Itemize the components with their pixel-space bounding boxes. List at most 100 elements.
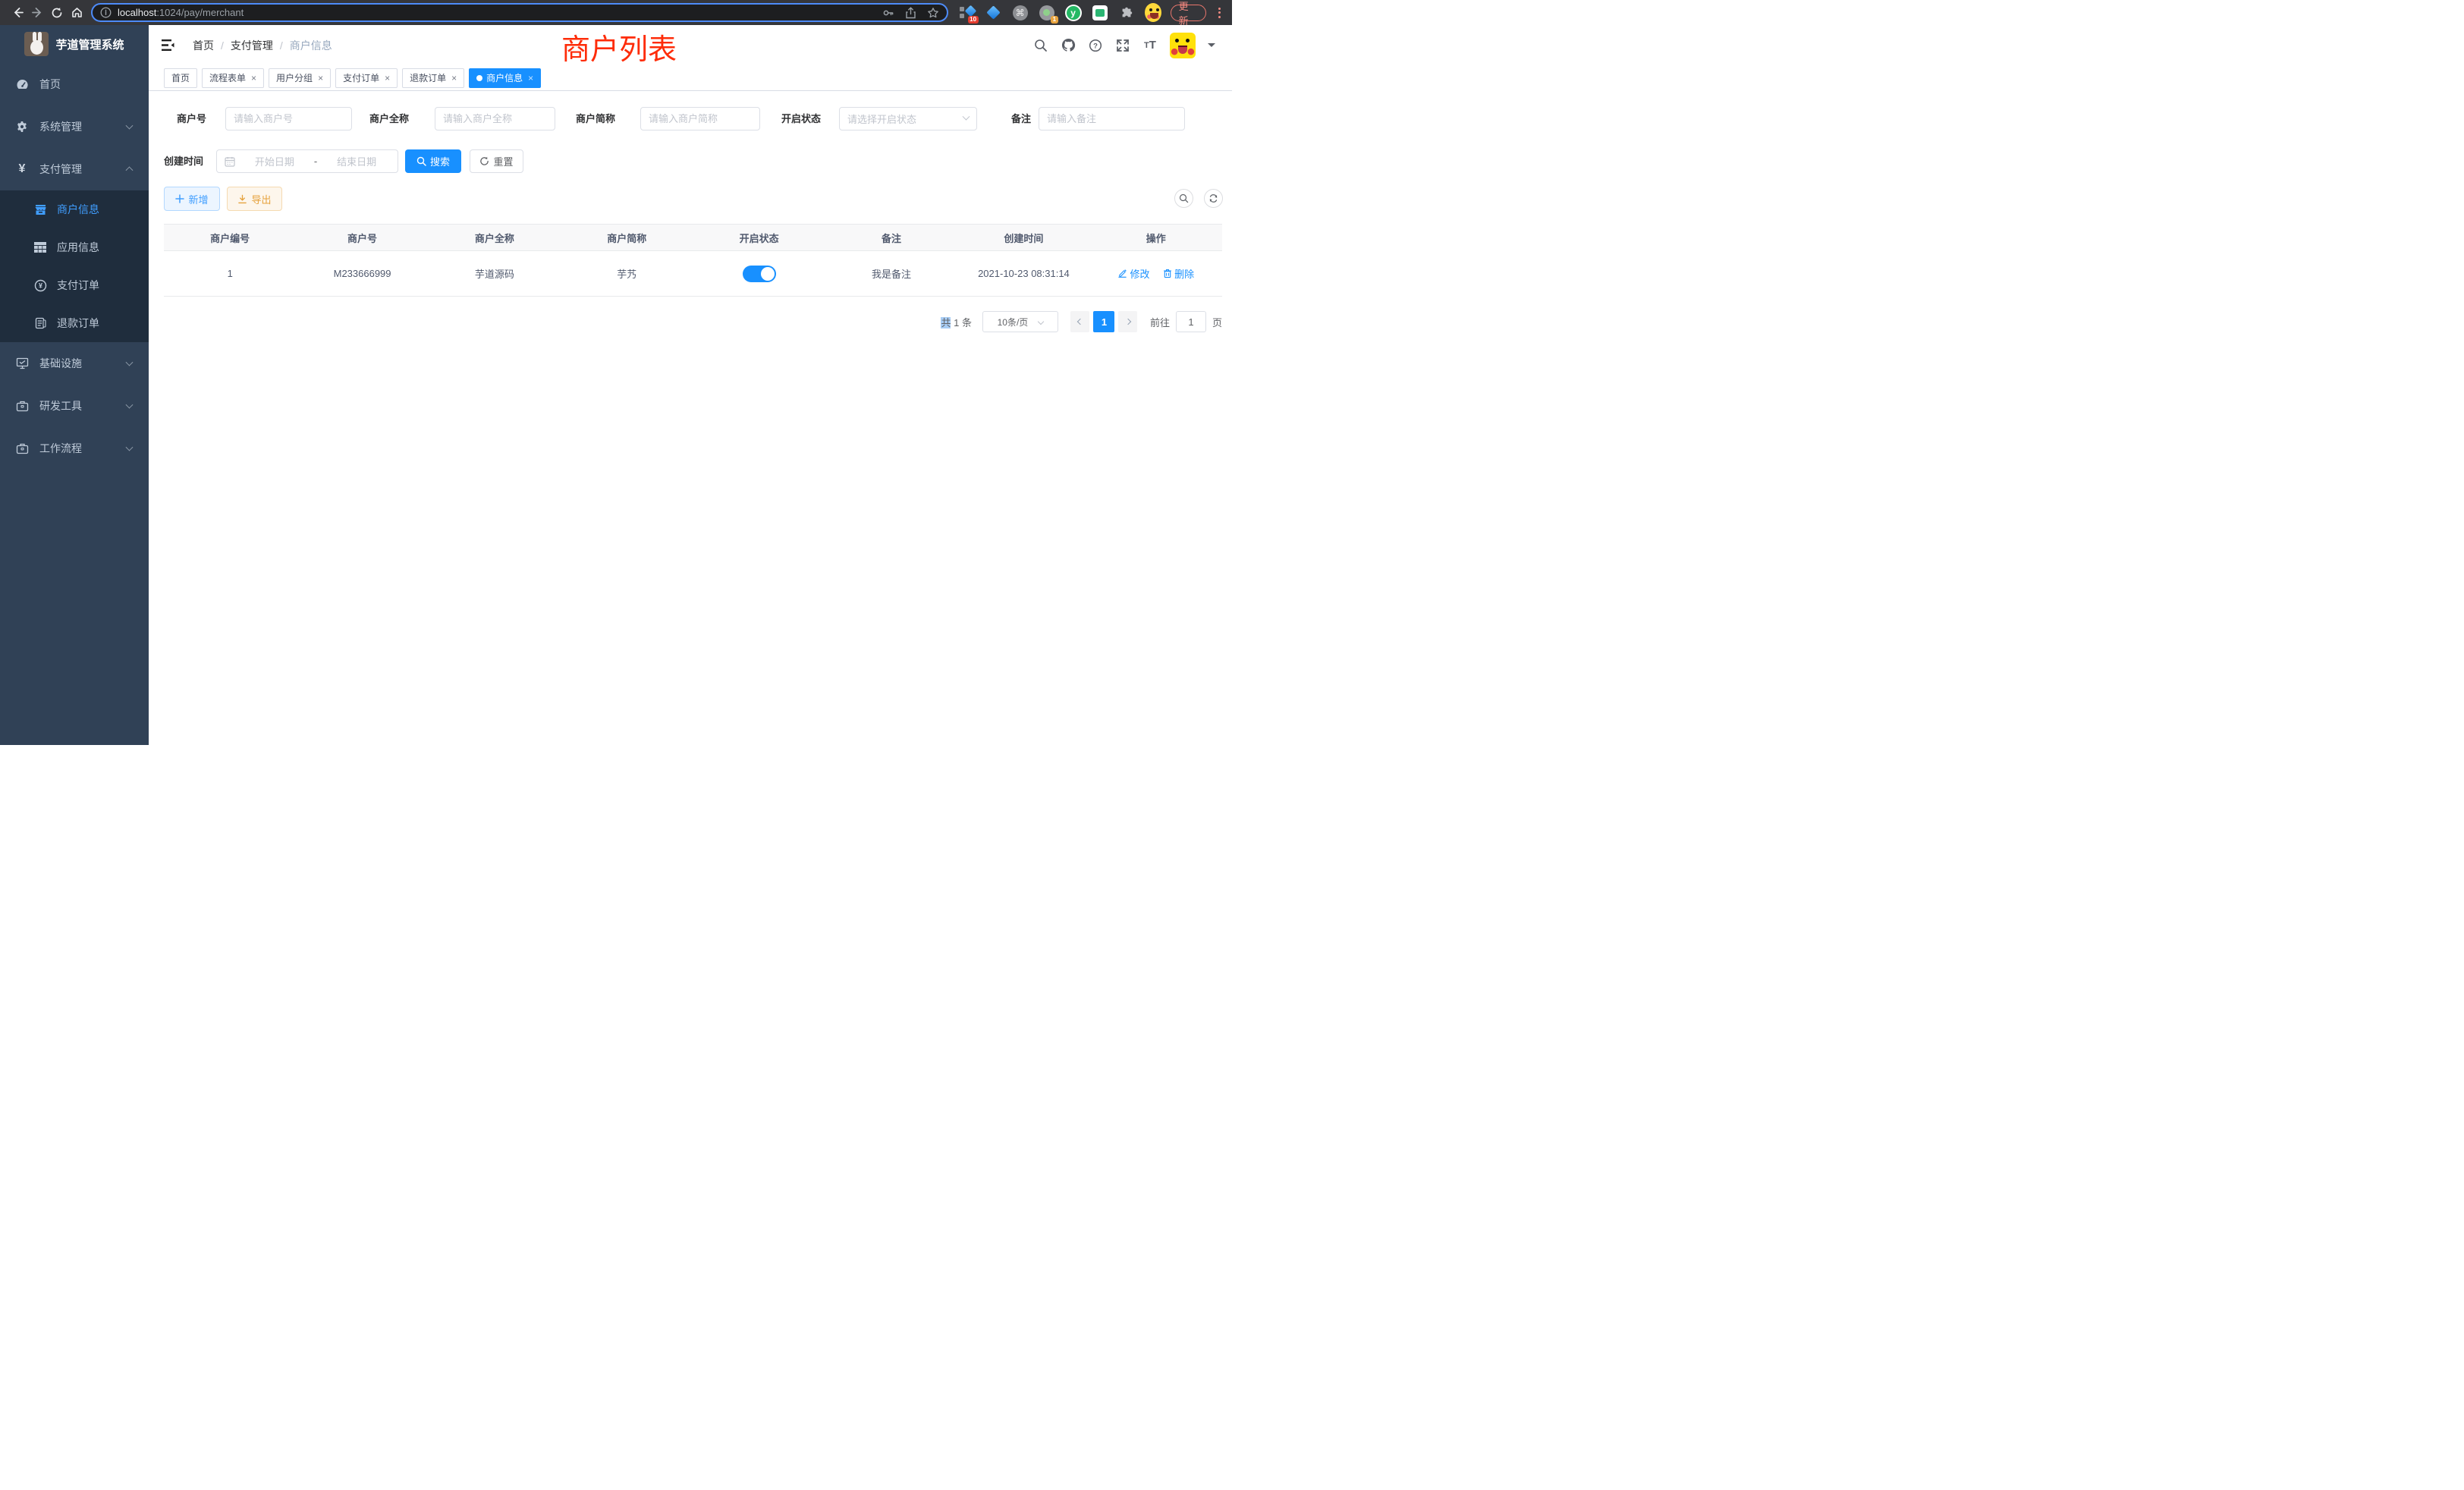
app-logo: [24, 32, 49, 56]
monitor-check-icon: [15, 357, 29, 369]
share-icon[interactable]: [905, 7, 916, 19]
browser-menu-icon[interactable]: [1214, 8, 1224, 18]
browser-update-button[interactable]: 更新: [1171, 5, 1207, 21]
sidebar-item-merchant-info[interactable]: 商户信息: [0, 190, 149, 228]
total-prefix: 共: [941, 317, 951, 328]
tab-process-form[interactable]: 流程表单 ×: [202, 68, 264, 88]
fullscreen-icon[interactable]: [1115, 38, 1130, 53]
sidebar-item-label: 首页: [39, 77, 61, 92]
password-key-icon[interactable]: [882, 7, 894, 19]
download-icon: [237, 194, 247, 204]
extension-command-icon[interactable]: ⌘: [1012, 5, 1029, 21]
url-bar[interactable]: localhost:1024/pay/merchant: [91, 3, 948, 22]
sidebar-item-refund-order[interactable]: 退款订单: [0, 304, 149, 342]
diamond-icon: [964, 5, 976, 17]
browser-profile-avatar[interactable]: [1145, 5, 1161, 21]
date-range-input[interactable]: 开始日期 - 结束日期: [216, 149, 398, 173]
tab-pay-order[interactable]: 支付订单 ×: [335, 68, 398, 88]
extensions-puzzle-icon[interactable]: [1118, 5, 1135, 21]
prev-page-button[interactable]: [1070, 311, 1089, 332]
toggle-search-button[interactable]: [1174, 189, 1193, 208]
document-icon: [33, 317, 47, 329]
status-select[interactable]: 请选择开启状态: [839, 107, 977, 130]
yen-circle-icon: ¥: [33, 279, 47, 292]
close-icon[interactable]: ×: [318, 73, 323, 83]
tab-bar: 首页 流程表单 × 用户分组 × 支付订单 × 退款订单 ×: [149, 65, 1232, 91]
full-name-input[interactable]: [435, 107, 555, 130]
close-icon[interactable]: ×: [528, 73, 533, 83]
tab-refund-order[interactable]: 退款订单 ×: [402, 68, 464, 88]
browser-reload-icon[interactable]: [47, 3, 67, 23]
col-short-name: 商户简称: [561, 225, 693, 251]
table-row: 1 M233666999 芋道源码 芋艿 我是备注 2021-10-23 08:…: [164, 251, 1222, 297]
col-actions: 操作: [1090, 225, 1222, 251]
select-placeholder: 请选择开启状态: [847, 112, 916, 126]
bookmark-star-icon[interactable]: [927, 7, 939, 19]
page-number-button[interactable]: 1: [1093, 311, 1114, 332]
search-icon[interactable]: [1033, 38, 1048, 53]
export-button[interactable]: 导出: [227, 187, 282, 211]
sidebar-item-system[interactable]: 系统管理: [0, 105, 149, 148]
app-title: 芋道管理系统: [55, 36, 124, 52]
browser-forward-icon[interactable]: [27, 3, 47, 23]
url-text: localhost:1024/pay/merchant: [118, 7, 872, 18]
sidebar-item-pay[interactable]: ¥ 支付管理: [0, 148, 149, 190]
start-date-placeholder: 开始日期: [241, 154, 308, 168]
tab-merchant-info[interactable]: 商户信息 ×: [469, 68, 541, 88]
help-icon[interactable]: ?: [1088, 38, 1103, 53]
extension-y-icon[interactable]: y: [1065, 5, 1082, 21]
pagination-total: 共 1 条: [941, 315, 972, 329]
sidebar-item-workflow[interactable]: 工作流程: [0, 427, 149, 470]
refresh-table-button[interactable]: [1204, 189, 1223, 208]
edit-link-label: 修改: [1130, 266, 1149, 281]
tab-home[interactable]: 首页: [164, 68, 197, 88]
breadcrumb-home[interactable]: 首页: [193, 38, 214, 53]
close-icon[interactable]: ×: [451, 73, 457, 83]
user-avatar[interactable]: [1170, 33, 1196, 58]
browser-back-icon[interactable]: [8, 3, 27, 23]
date-separator: -: [314, 156, 317, 167]
remark-input[interactable]: [1039, 107, 1185, 130]
briefcase-icon: [15, 400, 29, 412]
breadcrumb-pay[interactable]: 支付管理: [231, 38, 273, 53]
browser-home-icon[interactable]: [67, 3, 86, 23]
sidebar-item-pay-order[interactable]: ¥ 支付订单: [0, 266, 149, 304]
close-icon[interactable]: ×: [385, 73, 390, 83]
extension-status-icon[interactable]: 1: [1039, 5, 1055, 21]
edit-link[interactable]: 修改: [1117, 266, 1149, 281]
browser-chrome: localhost:1024/pay/merchant 10 ⌘ 1 y 更新: [0, 0, 1232, 25]
search-button[interactable]: 搜索: [405, 149, 461, 173]
sidebar-item-label: 支付订单: [57, 278, 99, 293]
reset-button[interactable]: 重置: [470, 149, 523, 173]
sidebar-item-dev-tools[interactable]: 研发工具: [0, 385, 149, 427]
delete-link[interactable]: 删除: [1163, 266, 1194, 281]
delete-link-label: 删除: [1174, 266, 1194, 281]
remark-label: 备注: [1011, 107, 1031, 130]
merchant-no-input[interactable]: [225, 107, 352, 130]
next-page-button[interactable]: [1118, 311, 1137, 332]
sidebar-item-infra[interactable]: 基础设施: [0, 342, 149, 385]
sidebar-item-app-info[interactable]: 应用信息: [0, 228, 149, 266]
close-icon[interactable]: ×: [251, 73, 256, 83]
breadcrumb-separator: /: [221, 39, 224, 52]
extension-gem-icon[interactable]: [985, 5, 1002, 21]
app-logo-row[interactable]: 芋道管理系统: [0, 25, 149, 63]
github-icon[interactable]: [1061, 38, 1076, 53]
short-name-input[interactable]: [640, 107, 760, 130]
sidebar-item-home[interactable]: 首页: [0, 63, 149, 105]
extension-chat-icon[interactable]: [1092, 5, 1108, 21]
goto-page-input[interactable]: [1176, 311, 1206, 332]
tab-user-group[interactable]: 用户分组 ×: [269, 68, 331, 88]
plus-icon: [175, 194, 184, 203]
page-size-select[interactable]: 10条/页: [982, 311, 1058, 332]
status-toggle[interactable]: [743, 266, 776, 282]
dashboard-icon: [15, 78, 29, 91]
sidebar-collapse-icon[interactable]: [158, 36, 178, 55]
add-button[interactable]: 新增: [164, 187, 220, 211]
extension-tabs-icon[interactable]: 10: [959, 5, 976, 21]
avatar-caret-icon[interactable]: [1208, 43, 1215, 51]
font-size-icon[interactable]: TT: [1142, 38, 1158, 53]
col-status: 开启状态: [693, 225, 825, 251]
chevron-left-icon: [1077, 319, 1083, 325]
squares-icon: [960, 7, 965, 19]
